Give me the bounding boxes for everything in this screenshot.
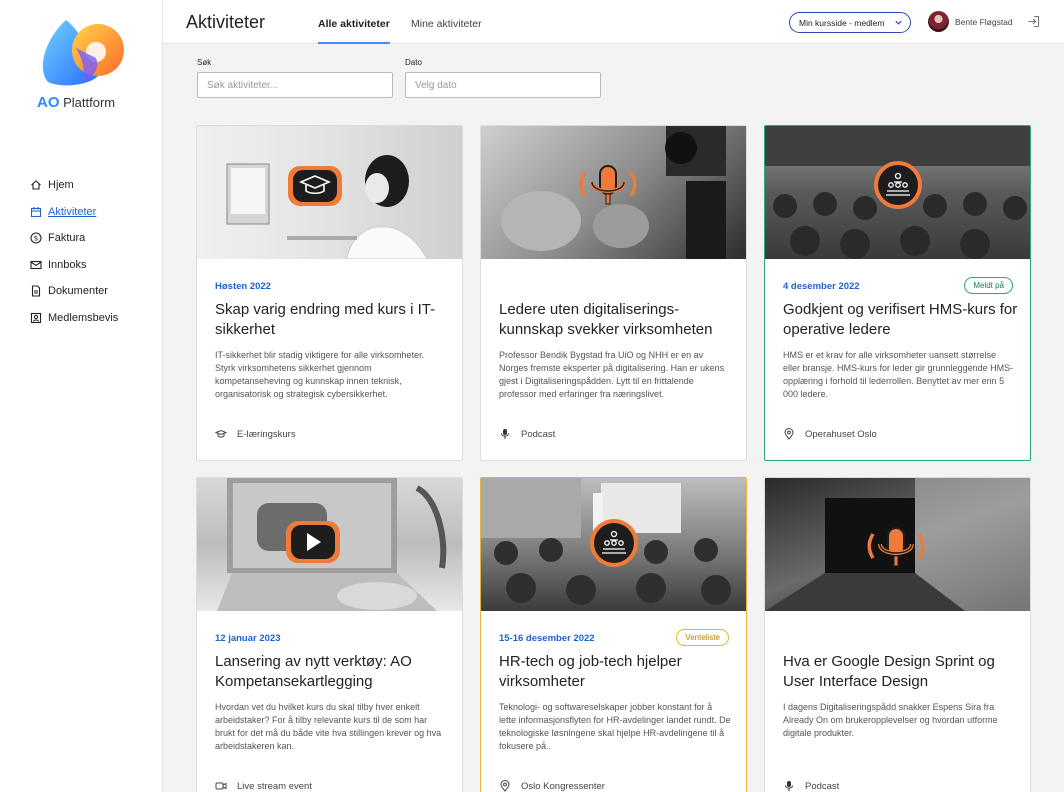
card-title: Ledere uten digitaliserings-kunnskap sve… <box>499 301 713 338</box>
brand-rest: Plattform <box>63 95 116 110</box>
card-title: Lansering av nytt verktøy: AO Kompetanse… <box>215 653 412 690</box>
brand-name: AO Plattform <box>37 94 115 111</box>
sidebar: AO Plattform Hjem Aktiviteter $ Faktura … <box>0 0 163 792</box>
logout-icon[interactable] <box>1027 15 1040 28</box>
card-description: Hvordan vet du hvilket kurs du skal tilb… <box>215 702 442 751</box>
card-meta: Live stream event <box>215 780 312 792</box>
card-date: Høsten 2022 <box>215 281 271 292</box>
sidebar-item-faktura[interactable]: $ Faktura <box>30 225 118 252</box>
card-description: Professor Bendik Bygstad fra UiO og NHH … <box>499 350 725 399</box>
activity-card[interactable]: 12 januar 2023 Lansering av nytt verktøy… <box>196 477 463 792</box>
status-badge: Venteliste <box>676 629 729 646</box>
sidebar-item-label: Dokumenter <box>48 285 108 298</box>
location-pin-icon <box>499 780 511 792</box>
card-meta-label: E-læringskurs <box>237 428 296 440</box>
activity-card[interactable]: 4 desember 2022 Meldt på Godkjent og ver… <box>764 125 1031 461</box>
site-select-dropdown[interactable]: Min kursside - medlem <box>789 12 911 33</box>
avatar[interactable] <box>928 11 949 32</box>
sidebar-nav: Hjem Aktiviteter $ Faktura Innboks Dokum… <box>30 172 118 331</box>
card-meta: Podcast <box>499 428 555 440</box>
card-date: 12 januar 2023 <box>215 633 281 644</box>
sidebar-item-label: Faktura <box>48 232 86 245</box>
document-icon <box>30 285 42 297</box>
status-badge: Meldt på <box>964 277 1013 294</box>
card-date: 15-16 desember 2022 <box>499 633 595 644</box>
microphone-icon <box>499 428 511 440</box>
sidebar-item-label: Hjem <box>48 179 74 192</box>
card-image <box>197 126 462 259</box>
tab-alle-aktiviteter[interactable]: Alle aktiviteter <box>318 18 390 44</box>
card-title: Hva er Google Design Sprint og User Inte… <box>783 653 995 690</box>
card-image <box>197 478 462 611</box>
sidebar-item-label: Medlemsbevis <box>48 311 119 324</box>
card-meta-label: Live stream event <box>237 780 312 792</box>
card-image <box>765 478 1030 611</box>
activity-card[interactable]: Hva er Google Design Sprint og User Inte… <box>764 477 1031 792</box>
podcast-icon <box>867 527 925 567</box>
id-card-icon <box>30 312 42 324</box>
card-description: HMS er et krav for alle virksomheter uan… <box>783 350 1014 399</box>
sidebar-item-innboks[interactable]: Innboks <box>30 252 118 279</box>
video-camera-icon <box>215 780 227 792</box>
card-meta: Podcast <box>783 780 839 792</box>
card-image <box>481 478 746 611</box>
card-meta: Operahuset Oslo <box>783 428 877 440</box>
card-meta-label: Podcast <box>521 428 556 440</box>
card-meta-label: Operahuset Oslo <box>805 428 877 440</box>
card-title: Godkjent og verifisert HMS-kurs for oper… <box>783 301 1018 338</box>
card-date: 4 desember 2022 <box>783 281 860 292</box>
date-input[interactable] <box>405 72 601 98</box>
audience-icon <box>590 519 638 567</box>
sidebar-item-dokumenter[interactable]: Dokumenter <box>30 278 118 305</box>
location-pin-icon <box>783 428 795 440</box>
play-icon <box>286 521 340 563</box>
svg-text:$: $ <box>34 235 38 243</box>
card-meta: E-læringskurs <box>215 428 296 440</box>
brand-bold: AO <box>37 94 60 111</box>
mail-icon <box>30 259 42 271</box>
activity-card[interactable]: Ledere uten digitaliserings-kunnskap sve… <box>480 125 747 461</box>
search-label: Søk <box>197 58 212 67</box>
sidebar-item-label: Aktiviteter <box>48 205 97 218</box>
card-description: Teknologi- og softwareselskaper jobber k… <box>499 702 731 751</box>
sidebar-item-medlemsbevis[interactable]: Medlemsbevis <box>30 305 118 332</box>
search-input[interactable] <box>197 72 393 98</box>
chevron-down-icon <box>895 20 902 25</box>
user-name[interactable]: Bente Fløgstad <box>955 17 1013 27</box>
card-title: HR-tech og job-tech hjelper virksomheter <box>499 653 682 690</box>
activity-card[interactable]: Høsten 2022 Skap varig endring med kurs … <box>196 125 463 461</box>
sidebar-item-label: Innboks <box>48 258 87 271</box>
card-image <box>765 126 1030 259</box>
card-image <box>481 126 746 259</box>
calendar-icon <box>30 206 42 218</box>
graduation-cap-icon <box>288 166 342 206</box>
home-icon <box>30 179 42 191</box>
card-title: Skap varig endring med kurs i IT-sikkerh… <box>215 301 436 338</box>
podcast-icon <box>579 165 637 205</box>
date-label: Dato <box>405 58 422 67</box>
site-select-value: Min kursside - medlem <box>799 17 885 28</box>
card-meta: Oslo Kongressenter <box>499 780 605 792</box>
sidebar-item-hjem[interactable]: Hjem <box>30 172 118 199</box>
activity-card[interactable]: 15-16 desember 2022 Venteliste HR-tech o… <box>480 477 747 792</box>
card-meta-label: Oslo Kongressenter <box>521 780 605 792</box>
microphone-icon <box>783 780 795 792</box>
card-description: I dagens Digitaliseringspådd snakker Esp… <box>783 702 998 738</box>
ao-logo-icon[interactable] <box>36 18 126 88</box>
tab-mine-aktiviteter[interactable]: Mine aktiviteter <box>411 18 482 42</box>
card-description: IT-sikkerhet blir stadig viktigere for a… <box>215 350 425 399</box>
graduation-cap-icon <box>215 428 227 440</box>
top-header: Aktiviteter Alle aktiviteter Mine aktivi… <box>163 0 1064 44</box>
audience-icon <box>874 161 922 209</box>
sidebar-item-aktiviteter[interactable]: Aktiviteter <box>30 199 118 226</box>
page-title: Aktiviteter <box>186 12 266 32</box>
dollar-icon: $ <box>30 232 42 244</box>
card-meta-label: Podcast <box>805 780 840 792</box>
